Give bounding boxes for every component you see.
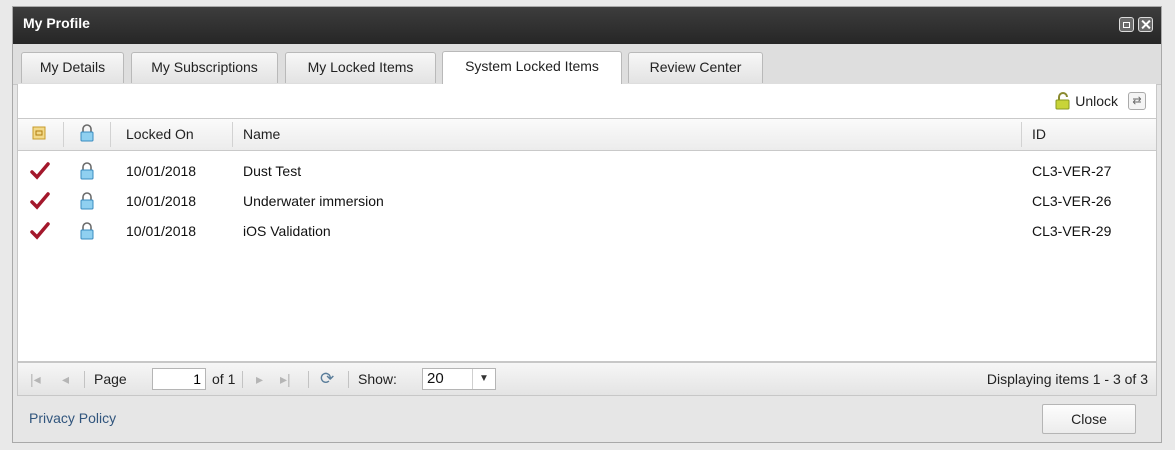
tab-system-locked-items[interactable]: System Locked Items <box>442 51 622 84</box>
tab-review-center[interactable]: Review Center <box>628 52 763 83</box>
column-locked-on[interactable]: Locked On <box>126 119 194 150</box>
check-icon[interactable] <box>30 216 50 246</box>
next-page-icon[interactable]: ▸ <box>256 363 263 395</box>
last-page-icon[interactable]: ▸| <box>280 363 291 395</box>
first-page-icon[interactable]: |◂ <box>30 363 41 395</box>
table-row[interactable]: 10/01/2018 Underwater immersion CL3-VER-… <box>18 186 1156 216</box>
id-cell: CL3-VER-29 <box>1032 223 1112 239</box>
tab-my-locked-items[interactable]: My Locked Items <box>285 52 436 83</box>
refresh-icon[interactable]: ⟳ <box>320 363 334 395</box>
tab-my-details[interactable]: My Details <box>21 52 124 83</box>
grid-header: Locked On Name ID <box>18 118 1156 151</box>
unlock-label: Unlock <box>1075 93 1118 109</box>
name-cell: Dust Test <box>243 163 302 179</box>
privacy-policy-link[interactable]: Privacy Policy <box>29 410 116 426</box>
lock-icon <box>80 156 94 186</box>
locked-on-cell: 10/01/2018 <box>126 193 197 209</box>
minimize-icon[interactable] <box>1119 17 1134 32</box>
page-size-value: 20 <box>427 370 444 387</box>
lock-icon <box>80 186 94 216</box>
lock-column-icon <box>80 124 94 144</box>
dialog-footer: Privacy Policy Close <box>13 397 1161 442</box>
check-icon[interactable] <box>30 156 50 186</box>
locked-on-cell: 10/01/2018 <box>126 163 197 179</box>
check-icon[interactable] <box>30 186 50 216</box>
table-row[interactable]: 10/01/2018 Dust Test CL3-VER-27 <box>18 156 1156 186</box>
my-profile-dialog: My Profile My Details My Subscriptions M… <box>12 6 1162 443</box>
page-number-input[interactable] <box>152 368 206 390</box>
table-row[interactable]: 10/01/2018 iOS Validation CL3-VER-29 <box>18 216 1156 246</box>
select-all-icon[interactable] <box>32 126 46 142</box>
grid-toolbar: Unlock ⇄ <box>17 84 1157 118</box>
prev-page-icon[interactable]: ◂ <box>62 363 69 395</box>
refresh-icon[interactable]: ⇄ <box>1128 92 1146 110</box>
name-cell: iOS Validation <box>243 223 331 239</box>
locked-on-cell: 10/01/2018 <box>126 223 197 239</box>
close-button[interactable]: Close <box>1042 404 1136 434</box>
chevron-down-icon[interactable]: ▼ <box>472 369 495 389</box>
dialog-title: My Profile <box>23 15 90 31</box>
unlock-icon <box>1055 92 1070 110</box>
column-name[interactable]: Name <box>243 119 280 150</box>
name-cell: Underwater immersion <box>243 193 384 209</box>
tab-my-subscriptions[interactable]: My Subscriptions <box>131 52 278 83</box>
page-label: Page <box>94 371 127 387</box>
lock-icon <box>80 216 94 246</box>
paging-toolbar: |◂ ◂ Page of 1 ▸ ▸| ⟳ Show: 20 ▼ Display… <box>17 362 1157 396</box>
locked-items-grid: Locked On Name ID 10/01/2018 Dust Test C… <box>17 118 1157 362</box>
id-cell: CL3-VER-27 <box>1032 163 1112 179</box>
display-summary: Displaying items 1 - 3 of 3 <box>986 371 1148 387</box>
title-bar[interactable]: My Profile <box>13 7 1161 44</box>
id-cell: CL3-VER-26 <box>1032 193 1112 209</box>
tab-strip: My Details My Subscriptions My Locked It… <box>13 44 1161 85</box>
page-size-select[interactable]: 20 ▼ <box>422 368 496 390</box>
close-icon[interactable] <box>1138 17 1153 32</box>
unlock-button[interactable]: Unlock <box>1055 91 1118 111</box>
column-id[interactable]: ID <box>1032 119 1046 150</box>
page-count-label: of 1 <box>212 371 236 387</box>
show-label: Show: <box>358 371 397 387</box>
